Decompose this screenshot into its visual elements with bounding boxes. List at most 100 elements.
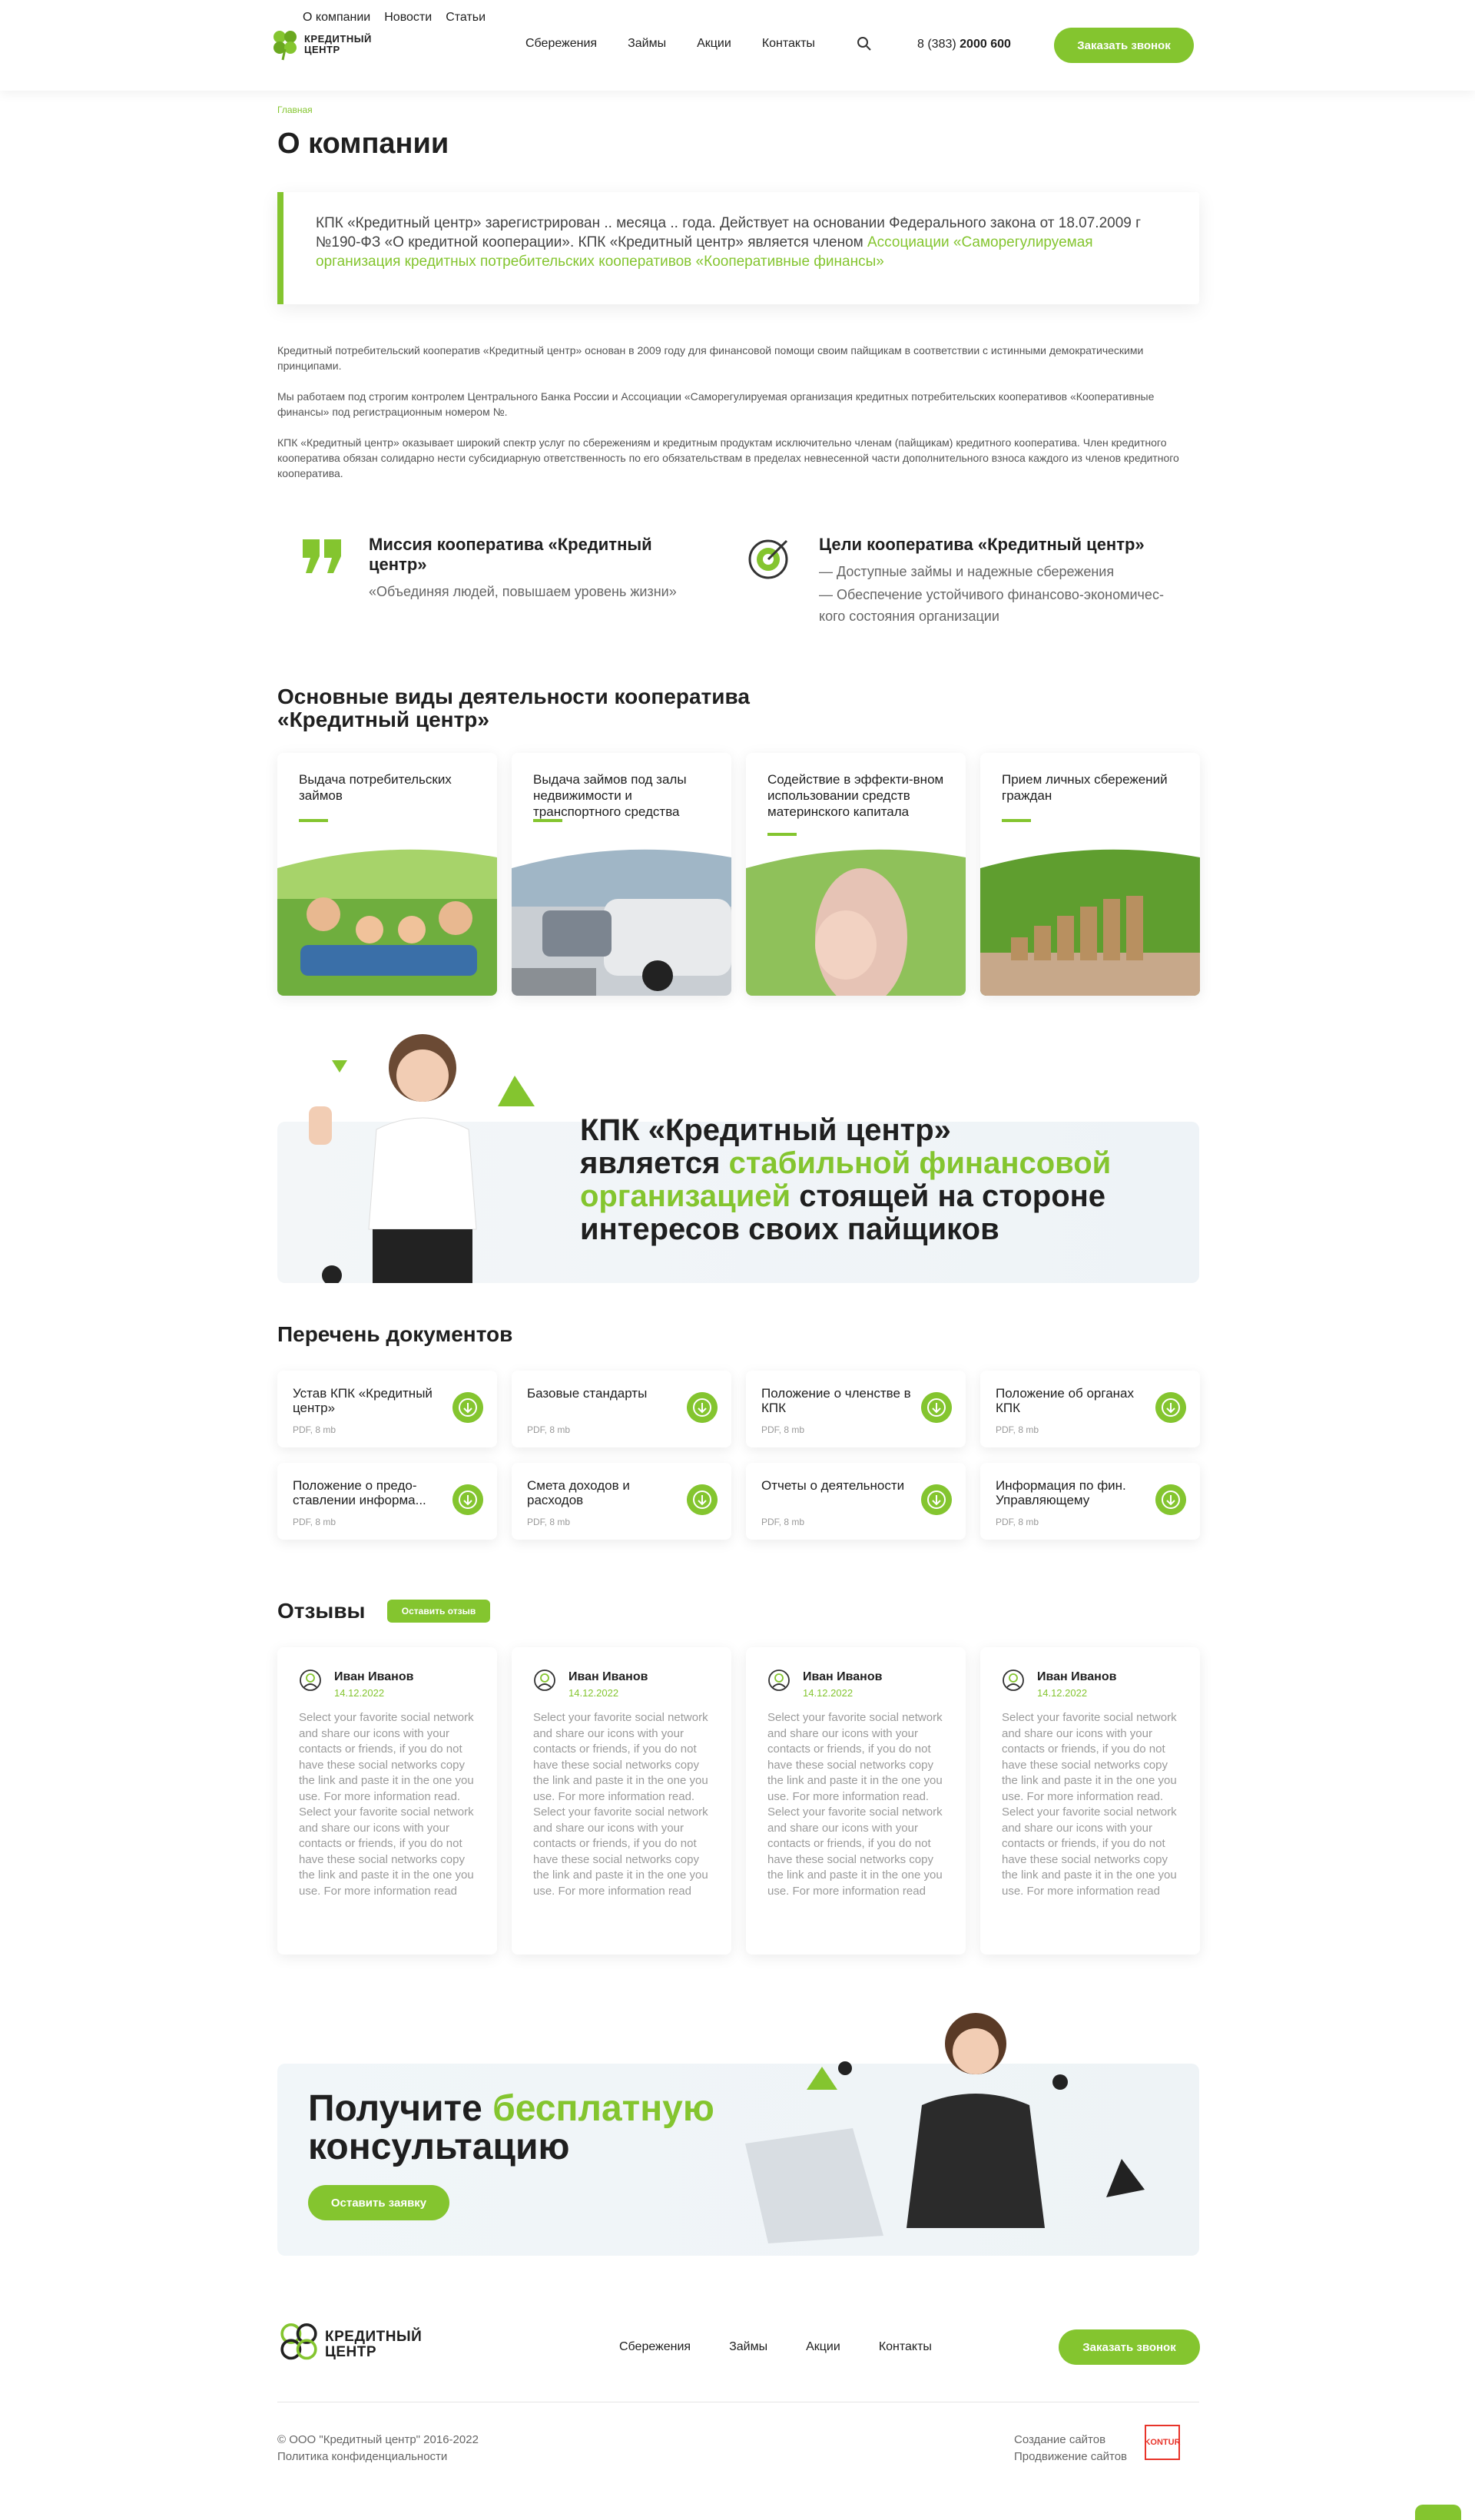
document-card[interactable]: Положение об органах КПК PDF, 8 mb xyxy=(980,1371,1200,1447)
footer-copyright-block: © ООО "Кредитный центр" 2016-2022 Полити… xyxy=(277,2432,479,2465)
scroll-to-top-button[interactable] xyxy=(1415,2505,1461,2520)
topnav-news[interactable]: Новости xyxy=(384,11,432,25)
document-meta: PDF, 8 mb xyxy=(293,1517,336,1527)
reviewer-name: Иван Иванов xyxy=(1037,1670,1117,1683)
nav-contacts[interactable]: Контакты xyxy=(762,37,815,51)
review-date: 14.12.2022 xyxy=(1037,1687,1088,1699)
download-icon[interactable] xyxy=(1155,1392,1186,1423)
reviewer-name: Иван Иванов xyxy=(803,1670,883,1683)
submit-request-button[interactable]: Оставить заявку xyxy=(308,2185,449,2220)
cars-photo xyxy=(512,845,731,996)
goals-block: Цели кооператива «Кредитный центр» — Дос… xyxy=(819,535,1172,627)
mission-text: «Объединяя людей, повышаем уровень жизни… xyxy=(369,584,677,599)
document-name: Положение о членстве в КПК xyxy=(761,1386,911,1415)
footer-order-call-button[interactable]: Заказать звонок xyxy=(1059,2329,1200,2365)
nav-promos[interactable]: Акции xyxy=(697,37,731,51)
review-card: Иван Иванов 14.12.2022 Select your favorit… xyxy=(980,1647,1200,1955)
top-nav: О компании Новости Статьи xyxy=(303,11,486,25)
document-card[interactable]: Базовые стандарты PDF, 8 mb xyxy=(512,1371,731,1447)
privacy-link[interactable]: Политика конфиденциальности xyxy=(277,2450,447,2463)
activity-card[interactable]: Содействие в эффекти-вном использовании … xyxy=(746,753,966,996)
credit-line2: Продвижение сайтов xyxy=(1014,2450,1128,2463)
order-call-button[interactable]: Заказать звонок xyxy=(1054,28,1194,63)
goals-item-2: — Обеспечение устойчивого финансово-экон… xyxy=(819,587,1164,624)
footer-nav-contacts[interactable]: Контакты xyxy=(879,2340,932,2354)
leave-review-button[interactable]: Оставить отзыв xyxy=(387,1600,490,1623)
document-meta: PDF, 8 mb xyxy=(761,1517,805,1527)
review-date: 14.12.2022 xyxy=(334,1687,385,1699)
phone-number: 2000 600 xyxy=(960,38,1011,51)
activity-card[interactable]: Выдача потребительских займов xyxy=(277,753,497,996)
review-text: Select your favorite social network and … xyxy=(299,1711,474,1898)
kontur-logo[interactable]: KONTUR xyxy=(1144,2425,1181,2460)
search-icon[interactable] xyxy=(856,35,873,52)
breadcrumb[interactable]: Главная xyxy=(277,104,313,115)
activities-title: Основные виды деятельности кооператива «… xyxy=(277,685,750,731)
nav-loans[interactable]: Займы xyxy=(628,37,666,51)
document-name: Устав КПК «Кредитный центр» xyxy=(293,1386,433,1415)
about-paragraph-2: Мы работаем под строгим контролем Центра… xyxy=(277,390,1155,418)
reviewer-name: Иван Иванов xyxy=(334,1670,414,1683)
banner-headline: КПК «Кредитный центр» является стабильно… xyxy=(580,1114,1164,1246)
header-logo[interactable]: КРЕДИТНЫЙ ЦЕНТР xyxy=(270,28,372,61)
credit-line1: Создание сайтов xyxy=(1014,2433,1106,2446)
logo-line2: ЦЕНТР xyxy=(304,44,340,55)
download-icon[interactable] xyxy=(452,1484,483,1515)
document-name: Базовые стандарты xyxy=(527,1386,648,1401)
cta-pre: Получите xyxy=(308,2088,493,2129)
intro-text: КПК «Кредитный центр» зарегистрирован ..… xyxy=(316,214,1176,271)
mission-title: Миссия кооператива «Кредитный центр» xyxy=(369,535,652,574)
about-paragraph-1: Кредитный потребительский кооператив «Кр… xyxy=(277,344,1144,372)
cta-headline: Получите бесплатную консультацию xyxy=(308,2090,714,2167)
copyright: © ООО "Кредитный центр" 2016-2022 xyxy=(277,2433,479,2446)
reviewer-name: Иван Иванов xyxy=(568,1670,648,1683)
review-card: Иван Иванов 14.12.2022 Select your favorit… xyxy=(512,1647,731,1955)
header-phone[interactable]: 8 (383) 2000 600 xyxy=(917,38,1011,51)
activity-card[interactable]: Прием личных сбережений граждан xyxy=(980,753,1200,996)
document-card[interactable]: Устав КПК «Кредитный центр» PDF, 8 mb xyxy=(277,1371,497,1447)
download-icon[interactable] xyxy=(452,1392,483,1423)
document-card[interactable]: Положение о членстве в КПК PDF, 8 mb xyxy=(746,1371,966,1447)
cta-line2: консультацию xyxy=(308,2127,570,2167)
review-date: 14.12.2022 xyxy=(803,1687,854,1699)
quote-icon xyxy=(303,539,341,573)
document-meta: PDF, 8 mb xyxy=(527,1424,571,1435)
document-meta: PDF, 8 mb xyxy=(996,1424,1039,1435)
activity-card-title: Содействие в эффекти-вном использовании … xyxy=(767,772,944,819)
document-card[interactable]: Информация по фин. Управляющему PDF, 8 mb xyxy=(980,1463,1200,1540)
banner-pre: является xyxy=(580,1146,729,1180)
main-nav: Сбережения Займы Акции Контакты xyxy=(525,37,815,51)
activity-card[interactable]: Выдача займов под залы недвижимости и тр… xyxy=(512,753,731,996)
nav-savings[interactable]: Сбережения xyxy=(525,37,597,51)
documents-title: Перечень документов xyxy=(277,1322,513,1346)
user-avatar-icon xyxy=(534,1670,555,1691)
target-icon xyxy=(748,539,788,579)
download-icon[interactable] xyxy=(687,1484,718,1515)
download-icon[interactable] xyxy=(1155,1484,1186,1515)
clover-logo-icon xyxy=(273,31,297,61)
document-meta: PDF, 8 mb xyxy=(761,1424,805,1435)
download-icon[interactable] xyxy=(921,1392,952,1423)
footer-nav-promos[interactable]: Акции xyxy=(806,2340,840,2354)
pregnant-woman-photo xyxy=(746,845,966,996)
download-icon[interactable] xyxy=(921,1484,952,1515)
document-card[interactable]: Отчеты о деятельности PDF, 8 mb xyxy=(746,1463,966,1540)
document-card[interactable]: Положение о предо-ставлении информа... PD… xyxy=(277,1463,497,1540)
intro-accent-bar xyxy=(277,192,283,304)
topnav-articles[interactable]: Статьи xyxy=(446,11,486,25)
footer-nav-loans[interactable]: Займы xyxy=(729,2340,767,2354)
footer-nav-savings[interactable]: Сбережения xyxy=(619,2340,691,2354)
download-icon[interactable] xyxy=(687,1392,718,1423)
review-text: Select your favorite social network and … xyxy=(767,1711,943,1898)
review-date: 14.12.2022 xyxy=(568,1687,619,1699)
document-name: Информация по фин. Управляющему xyxy=(996,1478,1126,1507)
goals-title: Цели кооператива «Кредитный центр» xyxy=(819,535,1145,554)
reviews-title: Отзывы xyxy=(277,1599,366,1623)
document-meta: PDF, 8 mb xyxy=(293,1424,336,1435)
mission-block: Миссия кооператива «Кредитный центр» «Об… xyxy=(369,535,691,602)
goals-item-1: — Доступные займы и надежные сбережения xyxy=(819,564,1115,579)
document-card[interactable]: Смета доходов и расходов PDF, 8 mb xyxy=(512,1463,731,1540)
topnav-about[interactable]: О компании xyxy=(303,11,370,25)
footer-logo[interactable]: КРЕДИТНЫЙ ЦЕНТР xyxy=(277,2320,422,2369)
logo-line1: КРЕДИТНЫЙ xyxy=(304,33,372,45)
